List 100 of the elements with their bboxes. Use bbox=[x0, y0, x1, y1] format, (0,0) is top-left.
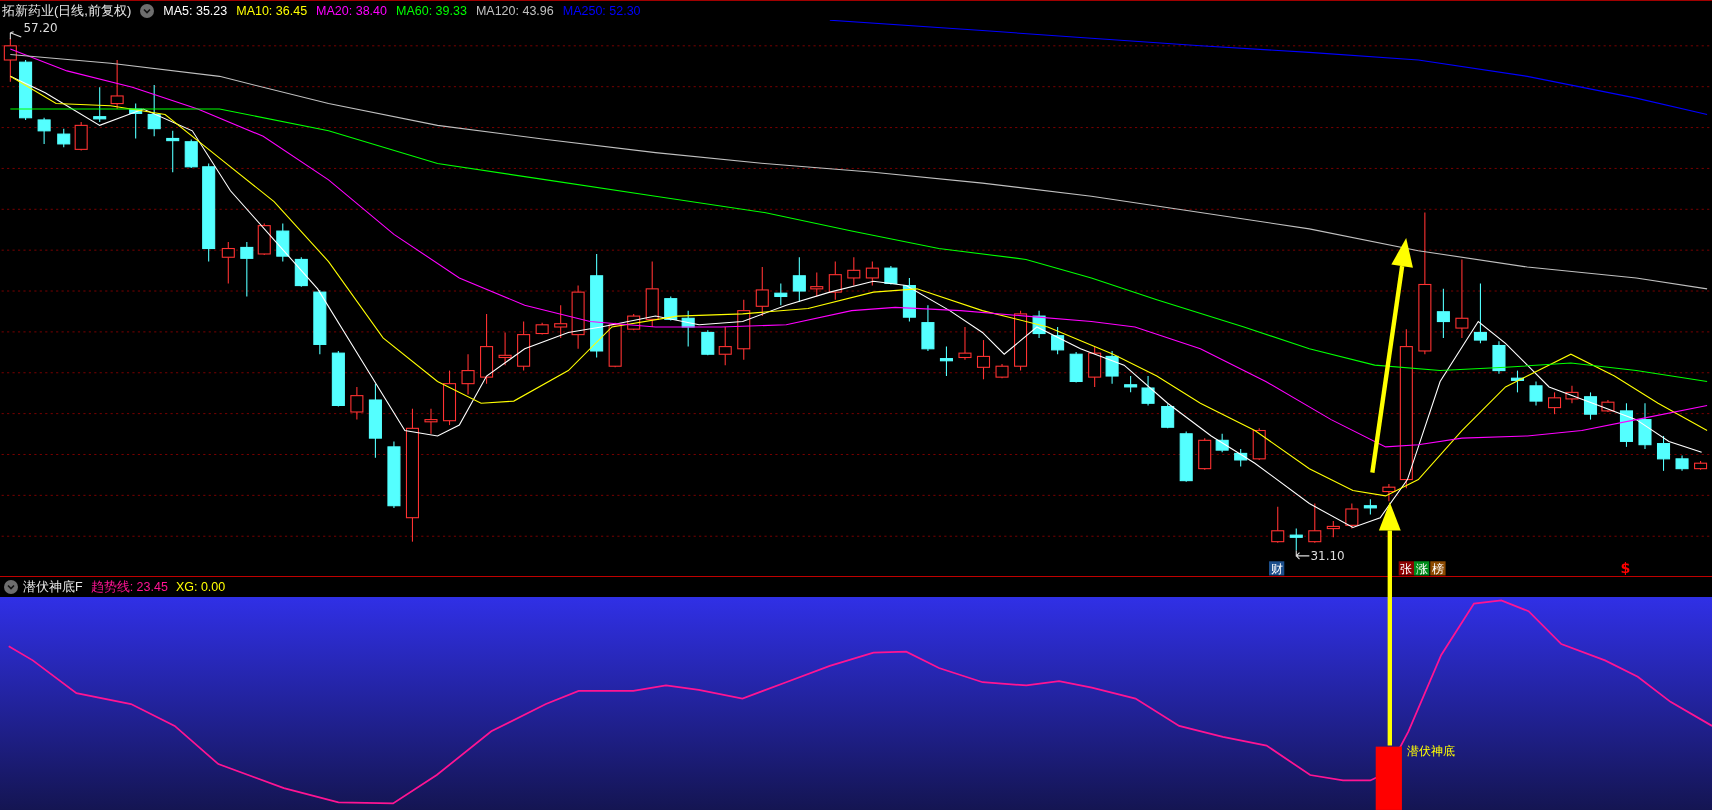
candlestick bbox=[276, 222, 290, 263]
dropdown-icon[interactable] bbox=[140, 3, 155, 18]
candlestick bbox=[1638, 402, 1652, 450]
candlestick bbox=[387, 440, 401, 509]
indicator-value: XG: 0.00 bbox=[175, 580, 226, 594]
candlestick bbox=[755, 266, 769, 317]
price-label: 31.10 bbox=[1310, 549, 1345, 564]
candlestick bbox=[1032, 310, 1046, 339]
candlestick bbox=[221, 241, 235, 284]
candlestick bbox=[1473, 282, 1487, 344]
candlestick bbox=[424, 408, 438, 435]
signal-bar bbox=[1375, 746, 1402, 810]
candlestick bbox=[1565, 385, 1579, 404]
candlestick bbox=[828, 261, 842, 301]
candlestick bbox=[571, 285, 585, 350]
candlestick bbox=[884, 265, 898, 286]
candlestick bbox=[1161, 403, 1175, 429]
candlestick bbox=[681, 310, 695, 348]
candlestick bbox=[1529, 380, 1543, 406]
candlestick bbox=[1234, 448, 1248, 468]
candlestick bbox=[995, 363, 1009, 379]
candlestick bbox=[57, 128, 71, 148]
candlestick bbox=[129, 103, 143, 139]
candlestick bbox=[1436, 288, 1450, 339]
candlestick bbox=[257, 222, 271, 256]
candlestick bbox=[1179, 431, 1193, 483]
candlestick bbox=[1363, 498, 1377, 515]
candlestick bbox=[1141, 375, 1155, 406]
candlestick bbox=[737, 299, 751, 361]
candlestick bbox=[1215, 433, 1229, 453]
candlestick bbox=[792, 256, 806, 303]
candlestick bbox=[1105, 350, 1119, 385]
candlestick bbox=[1198, 437, 1212, 471]
event-marker: $ bbox=[1620, 560, 1631, 576]
candlestick bbox=[535, 322, 549, 336]
candlestick bbox=[1492, 340, 1506, 375]
candlestick bbox=[1289, 528, 1303, 551]
candlestick bbox=[1271, 506, 1285, 544]
candlestick bbox=[1326, 520, 1340, 538]
candlestick bbox=[37, 117, 51, 145]
event-marker: 榜 bbox=[1430, 561, 1446, 576]
candlestick bbox=[554, 304, 568, 339]
dropdown-icon[interactable] bbox=[4, 580, 18, 594]
candlestick bbox=[147, 84, 161, 137]
event-marker: 财 bbox=[1269, 561, 1285, 576]
candlestick bbox=[350, 386, 364, 421]
candlestick bbox=[645, 261, 659, 328]
candlestick bbox=[1548, 391, 1562, 415]
candlestick bbox=[498, 331, 512, 366]
candlestick bbox=[774, 282, 788, 306]
candlestick bbox=[902, 277, 916, 323]
candlestick bbox=[166, 130, 180, 173]
candlestick bbox=[976, 339, 991, 380]
candlestick bbox=[1601, 399, 1615, 413]
candlestick bbox=[74, 121, 88, 151]
candlestick bbox=[1088, 346, 1102, 388]
candlestick bbox=[701, 329, 715, 356]
candlestick bbox=[240, 241, 254, 297]
candlestick bbox=[608, 322, 622, 368]
moving-average-value: MA5: 35.23 bbox=[163, 3, 228, 18]
candlestick bbox=[1382, 483, 1396, 502]
candlestick bbox=[865, 261, 879, 287]
indicator-value: 趋势线: 23.45 bbox=[90, 578, 168, 596]
candlestick bbox=[958, 326, 972, 361]
candlestick bbox=[1252, 427, 1266, 461]
indicator-name: 潜伏神底F bbox=[23, 578, 83, 596]
candlestick bbox=[1124, 375, 1138, 393]
candlestick bbox=[921, 304, 935, 352]
candlestick bbox=[810, 271, 824, 297]
candlestick bbox=[1069, 351, 1083, 384]
moving-average-value: MA120: 43.96 bbox=[475, 3, 554, 18]
candlestick bbox=[184, 139, 198, 169]
candlestick bbox=[93, 86, 107, 123]
candlestick bbox=[294, 256, 308, 288]
candlestick bbox=[1675, 455, 1689, 472]
moving-average-value: MA20: 38.40 bbox=[316, 3, 387, 18]
moving-average-value: MA250: 52.30 bbox=[562, 3, 641, 18]
candlestick bbox=[1583, 391, 1598, 421]
candlestick bbox=[313, 289, 327, 355]
candlestick bbox=[1656, 435, 1671, 472]
candlestick bbox=[1345, 503, 1359, 530]
candlestick bbox=[718, 326, 732, 366]
candlestick bbox=[461, 353, 475, 396]
candlestick bbox=[1510, 370, 1525, 393]
candlestick bbox=[331, 350, 345, 408]
leader-line bbox=[9, 31, 22, 40]
candlestick bbox=[939, 346, 953, 377]
signal-label: 潜伏神底 bbox=[1407, 744, 1456, 759]
candlestick bbox=[442, 370, 457, 426]
candlestick bbox=[3, 37, 17, 83]
candlestick bbox=[1014, 310, 1028, 372]
moving-average-value: MA60: 39.33 bbox=[396, 3, 467, 18]
candlestick bbox=[664, 295, 678, 321]
candlestick bbox=[110, 59, 124, 110]
price-label: 57.20 bbox=[23, 20, 58, 35]
candlestick bbox=[1619, 402, 1633, 448]
leader-line bbox=[1295, 549, 1310, 560]
candlestick bbox=[1308, 503, 1322, 544]
candlestick bbox=[1694, 460, 1708, 471]
stock-title: 拓新药业(日线,前复权) bbox=[2, 1, 132, 20]
